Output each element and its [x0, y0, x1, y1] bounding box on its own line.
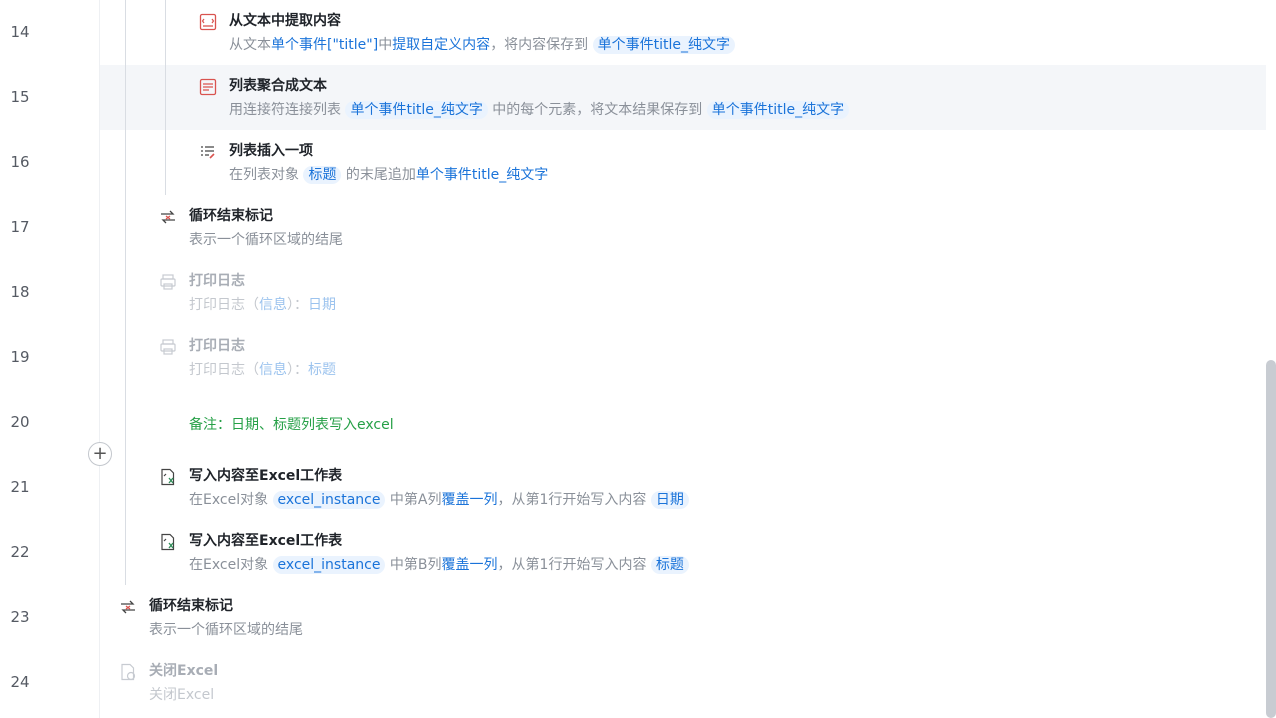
step-description: 从文本单个事件["title"]中提取自定义内容，将内容保存到 单个事件titl…	[229, 35, 736, 55]
step-description: 在列表对象 标题 的末尾追加单个事件title_纯文字	[229, 166, 549, 184]
step-title: 打印日志	[189, 338, 245, 354]
step-loop-end-inner[interactable]: 循环结束标记 表示一个循环区域的结尾	[159, 206, 1059, 256]
printer-icon	[159, 273, 177, 291]
excel-write-icon	[159, 468, 177, 486]
list-insert-icon	[199, 143, 217, 161]
step-description: 关闭Excel	[149, 687, 215, 703]
printer-icon	[159, 338, 177, 356]
loop-end-icon	[119, 598, 137, 616]
step-write-excel-a[interactable]: 写入内容至Excel工作表 在Excel对象 excel_instance 中第…	[159, 466, 1059, 516]
variable-chip: 标题	[650, 556, 689, 574]
outer-loop-guide	[125, 0, 126, 585]
step-title: 列表插入一项	[229, 143, 313, 159]
step-print-log-1[interactable]: 打印日志 打印日志（信息）：日期	[159, 271, 1059, 321]
step-title: 列表聚合成文本	[229, 78, 327, 94]
excel-close-icon	[119, 663, 137, 681]
variable-chip: excel_instance	[272, 491, 386, 509]
step-title: 写入内容至Excel工作表	[189, 468, 343, 484]
line-number: 20	[10, 413, 30, 431]
line-number: 15	[10, 88, 30, 106]
vertical-scrollbar[interactable]	[1266, 360, 1276, 718]
variable-chip: 标题	[303, 166, 342, 184]
variable-chip: 单个事件title_纯文字	[592, 36, 736, 54]
step-description: 打印日志（信息）：日期	[189, 297, 336, 313]
extract-text-icon	[199, 13, 217, 31]
step-list-insert[interactable]: 列表插入一项 在列表对象 标题 的末尾追加单个事件title_纯文字	[199, 141, 1099, 191]
step-title: 循环结束标记	[149, 598, 233, 614]
line-number: 16	[10, 153, 30, 171]
variable-chip: 日期	[650, 491, 689, 509]
step-print-log-2[interactable]: 打印日志 打印日志（信息）：标题	[159, 336, 1059, 386]
step-join-list[interactable]: 列表聚合成文本 用连接符连接列表 单个事件title_纯文字 中的每个元素，将文…	[199, 76, 1099, 126]
step-description: 用连接符连接列表 单个事件title_纯文字 中的每个元素，将文本结果保存到 单…	[229, 100, 850, 120]
line-number: 19	[10, 348, 30, 366]
step-loop-end-outer[interactable]: 循环结束标记 表示一个循环区域的结尾	[119, 596, 1019, 646]
step-description: 打印日志（信息）：标题	[189, 362, 336, 378]
step-write-excel-b[interactable]: 写入内容至Excel工作表 在Excel对象 excel_instance 中第…	[159, 531, 1059, 581]
step-description: 在Excel对象 excel_instance 中第B列覆盖一列，从第1行开始写…	[189, 555, 689, 575]
line-number: 14	[10, 23, 30, 41]
step-title: 关闭Excel	[149, 663, 219, 679]
step-description: 在Excel对象 excel_instance 中第A列覆盖一列，从第1行开始写…	[189, 490, 689, 510]
join-list-icon	[199, 78, 217, 96]
step-title: 从文本中提取内容	[229, 13, 341, 29]
step-title: 打印日志	[189, 273, 245, 289]
line-number: 18	[10, 283, 30, 301]
variable-chip: 单个事件title_纯文字	[345, 101, 488, 119]
line-number: 23	[10, 608, 30, 626]
step-description: 表示一个循环区域的结尾	[189, 232, 343, 248]
excel-write-icon	[159, 533, 177, 551]
line-number: 17	[10, 218, 30, 236]
step-extract-text[interactable]: 从文本中提取内容 从文本单个事件["title"]中提取自定义内容，将内容保存到…	[199, 11, 1099, 61]
line-number: 21	[10, 478, 30, 496]
flow-editor: 14 15 16 17 18 19 20 21 22 23 24 从文本中提取内…	[0, 0, 1276, 718]
variable-chip: excel_instance	[272, 556, 386, 574]
loop-end-icon	[159, 208, 177, 226]
step-close-excel[interactable]: 关闭Excel 关闭Excel	[119, 661, 1019, 711]
line-number: 22	[10, 543, 30, 561]
add-step-button[interactable]: +	[88, 442, 112, 466]
inner-loop-guide	[165, 0, 166, 195]
variable-chip: 单个事件title_纯文字	[706, 101, 850, 119]
step-note[interactable]: 备注：日期、标题列表写入excel	[189, 414, 394, 434]
line-number-gutter: 14 15 16 17 18 19 20 21 22 23 24	[0, 0, 100, 718]
line-number: 24	[10, 673, 30, 691]
step-description: 表示一个循环区域的结尾	[149, 622, 303, 638]
step-title: 写入内容至Excel工作表	[189, 533, 343, 549]
step-title: 循环结束标记	[189, 208, 273, 224]
